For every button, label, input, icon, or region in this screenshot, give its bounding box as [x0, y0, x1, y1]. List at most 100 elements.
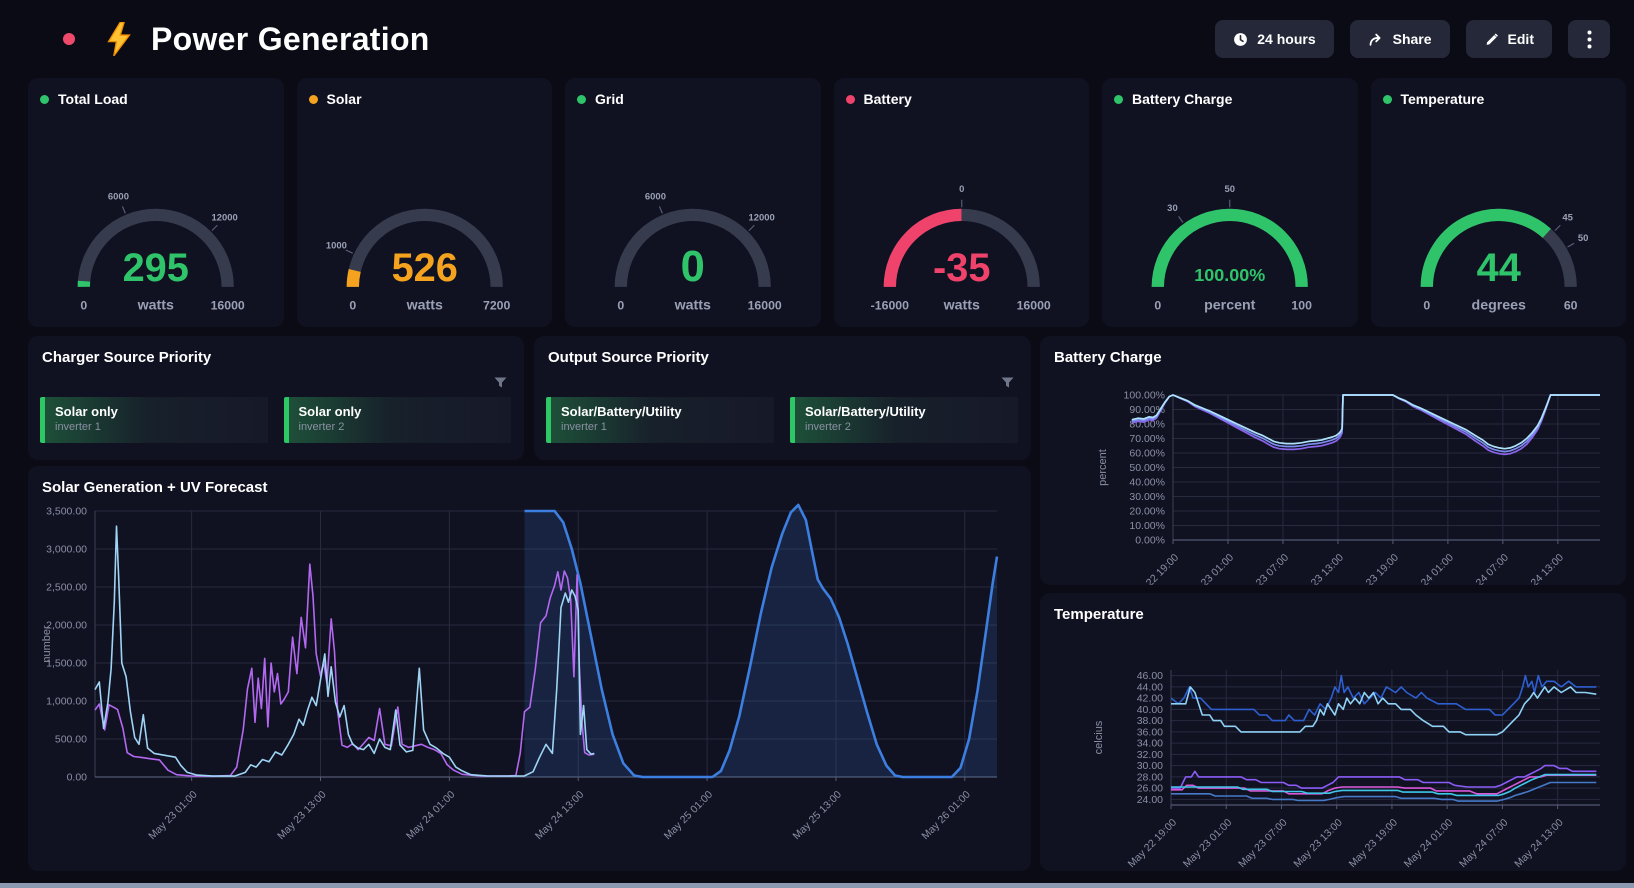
chart-title: Solar Generation + UV Forecast — [28, 466, 1031, 496]
series-line-uv-measured — [95, 564, 594, 776]
gauge-card-grid: Grid6000120000watts016000 — [565, 78, 821, 327]
panel-title: Charger Source Priority — [28, 336, 524, 366]
share-icon — [1368, 32, 1384, 47]
gauge-max: 100 — [1291, 299, 1312, 313]
gauge-tick-label: 50 — [1577, 233, 1588, 244]
y-tick-label: 3,500.00 — [46, 506, 87, 518]
x-tick-label: May 25 13:00 — [791, 789, 845, 843]
y-tick-label: 0.00% — [1135, 535, 1165, 547]
status-dot — [577, 95, 586, 104]
y-tick-label: 10.00% — [1129, 520, 1165, 532]
page-title: Power Generation — [151, 21, 430, 58]
battery-charge-chart-panel: Battery Charge 0.00%10.00%20.00%30.00%40… — [1040, 336, 1626, 585]
gauge-header: Solar — [297, 78, 553, 107]
edit-button[interactable]: Edit — [1466, 20, 1552, 58]
gauge-tick-label: 6000 — [108, 192, 129, 203]
temperature-chart: 24.0026.0028.0030.0032.0034.0036.0038.00… — [1050, 619, 1616, 871]
y-tick-label: 1,000.00 — [46, 696, 87, 708]
y-tick-label: 500.00 — [55, 734, 87, 746]
gauge-header: Battery — [834, 78, 1090, 107]
solar-chart-panel: Solar Generation + UV Forecast 0.00 500.0… — [28, 466, 1031, 871]
gauge-card-total-load: Total Load600012000295watts016000 — [28, 78, 284, 327]
gauge-battery-charge: 3050100.00%percent0100 — [1102, 107, 1358, 319]
priority-items: Solar only inverter 1 Solar only inverte… — [40, 397, 511, 443]
gauge-tick-label: 30 — [1167, 203, 1178, 214]
gauge-temperature: 455044degrees060 — [1371, 107, 1627, 319]
y-tick-label: 40.00 — [1137, 704, 1163, 716]
gauge-card-battery: Battery0-35watts-1600016000 — [834, 78, 1090, 327]
y-tick-label: 0.00 — [67, 772, 88, 784]
y-axis-label: percent — [1097, 449, 1109, 486]
kebab-icon — [1587, 30, 1592, 49]
gauge-row: Total Load600012000295watts016000Solar10… — [28, 78, 1626, 327]
share-label: Share — [1393, 31, 1432, 47]
solar-uv-chart: 0.00500.001,000.001,500.002,000.002,500.… — [38, 496, 1023, 871]
x-tick-label: May 23 07:00 — [1236, 817, 1290, 871]
priority-item-label: Solar only — [55, 404, 258, 421]
gauge-max: 60 — [1563, 299, 1577, 313]
gauge-tick-label: 45 — [1562, 213, 1573, 224]
gauge-min: 0 — [617, 299, 624, 313]
priority-item-sub: inverter 1 — [55, 421, 258, 433]
y-tick-label: 3,000.00 — [46, 544, 87, 556]
x-tick-label: May 23 01:00 — [1183, 552, 1237, 585]
gauge-title: Temperature — [1401, 91, 1485, 107]
gauge-value: 100.00% — [1194, 265, 1265, 285]
filter-icon[interactable] — [494, 375, 507, 393]
y-tick-label: 46.00 — [1137, 670, 1163, 682]
gauge-title: Solar — [327, 91, 362, 107]
more-options-button[interactable] — [1568, 20, 1610, 58]
gauge-max: 16000 — [1016, 299, 1050, 313]
status-dot — [63, 33, 75, 45]
charger-priority-panel: Charger Source Priority Solar only inver… — [28, 336, 524, 460]
series-line-battery-soc-3 — [1132, 395, 1600, 454]
x-tick-label: May 23 13:00 — [275, 789, 329, 843]
share-button[interactable]: Share — [1350, 20, 1450, 58]
x-tick-label: May 23 01:00 — [146, 789, 200, 843]
horizontal-scrollbar[interactable] — [0, 883, 1634, 888]
gauge-tick-label: 50 — [1224, 184, 1235, 195]
filter-icon[interactable] — [1001, 375, 1014, 393]
x-tick-label: May 23 07:00 — [1238, 552, 1292, 585]
x-tick-label: May 23 01:00 — [1181, 817, 1235, 871]
gauge-solar: 1000526watts07200 — [297, 107, 553, 319]
gauge-tick-label: 6000 — [645, 192, 666, 203]
status-dot — [309, 95, 318, 104]
panel-title: Output Source Priority — [534, 336, 1031, 366]
gauge-unit: percent — [1204, 298, 1256, 314]
series-line-ambient-temp — [1171, 775, 1596, 796]
time-range-button[interactable]: 24 hours — [1215, 20, 1333, 58]
priority-item-label: Solar/Battery/Utility — [805, 404, 1008, 421]
series-line-enclosure-temp — [1171, 783, 1596, 802]
y-tick-label: 2,500.00 — [46, 582, 87, 594]
y-axis-label: number — [41, 625, 53, 663]
x-tick-label: May 24 13:00 — [533, 789, 587, 843]
x-tick-label: May 24 01:00 — [1403, 552, 1457, 585]
y-axis-label: celcius — [1093, 720, 1105, 754]
status-dot — [1383, 95, 1392, 104]
y-tick-label: 24.00 — [1137, 794, 1163, 806]
x-tick-label: May 24 01:00 — [1402, 817, 1456, 871]
status-dot — [1114, 95, 1123, 104]
header-actions: 24 hours Share Edit — [1215, 20, 1610, 58]
priority-item: Solar/Battery/Utility inverter 2 — [790, 397, 1018, 443]
gauge-max: 7200 — [482, 299, 510, 313]
priority-items: Solar/Battery/Utility inverter 1 Solar/B… — [546, 397, 1018, 443]
gauge-tick-label: 1000 — [325, 240, 346, 251]
lightning-icon — [105, 22, 133, 56]
x-tick-label: May 24 13:00 — [1512, 817, 1566, 871]
gauge-total-load: 600012000295watts016000 — [28, 107, 284, 319]
gauge-unit: watts — [942, 298, 979, 314]
y-tick-label: 38.00 — [1137, 715, 1163, 727]
gauge-card-temperature: Temperature455044degrees060 — [1371, 78, 1627, 327]
gauge-min: 0 — [1423, 299, 1430, 313]
y-tick-label: 44.00 — [1137, 681, 1163, 693]
gauge-tick-label: 0 — [959, 184, 964, 195]
gauge-header: Grid — [565, 78, 821, 107]
gauge-unit: watts — [674, 298, 711, 314]
series-line-battery-soc-2 — [1132, 395, 1600, 452]
priority-item-sub: inverter 2 — [299, 421, 502, 433]
gauge-min: -16000 — [870, 299, 908, 313]
x-tick-label: May 23 13:00 — [1293, 552, 1347, 585]
x-tick-label: May 23 19:00 — [1348, 552, 1402, 585]
